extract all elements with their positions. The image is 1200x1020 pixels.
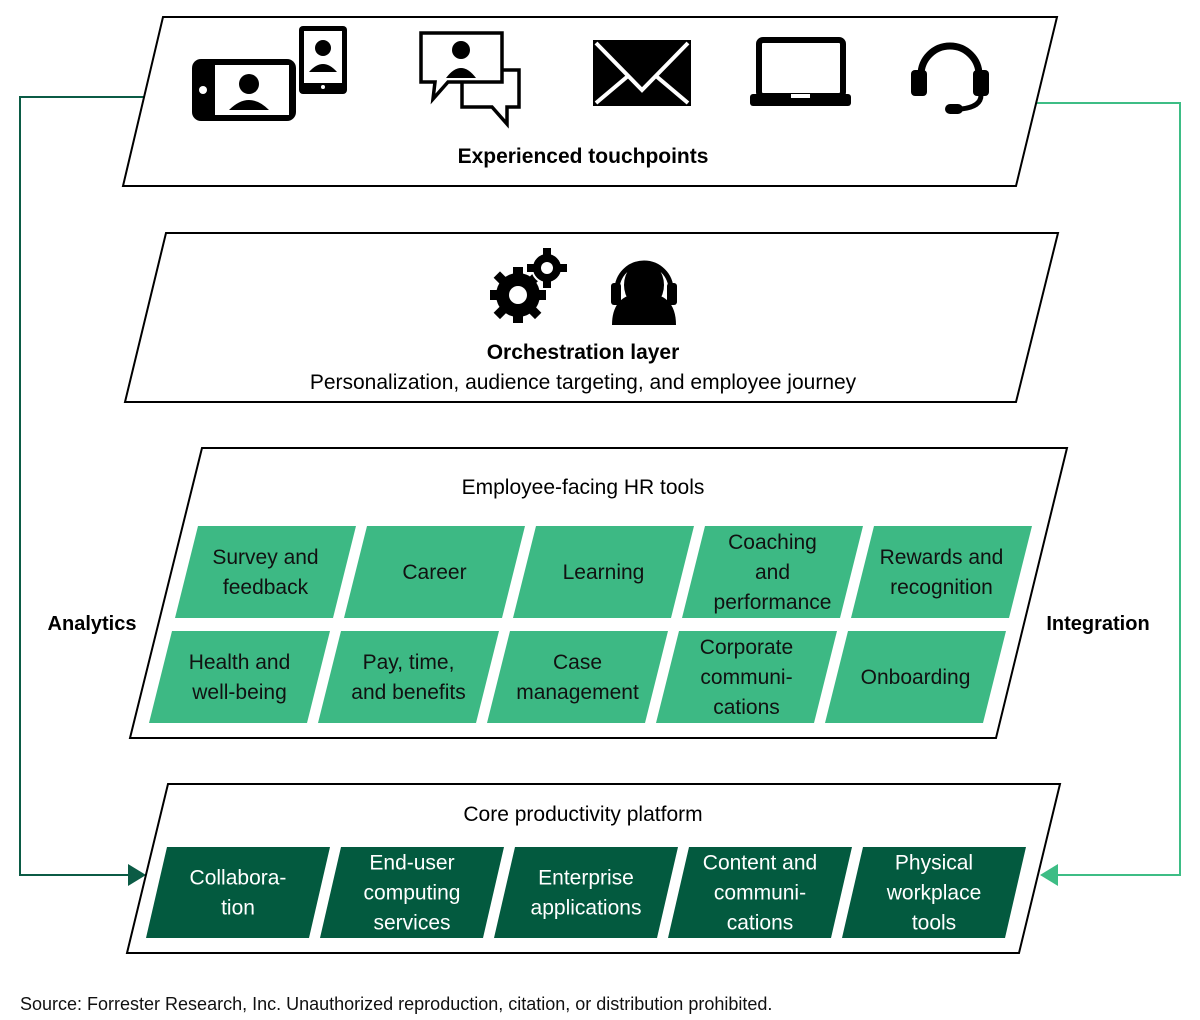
core-platform-tile: Physical workplace tools bbox=[842, 847, 1026, 938]
core-platform-tile-label: Enterprise bbox=[538, 867, 634, 890]
hr-tool-tile-label: and benefits bbox=[351, 681, 465, 704]
core-platform-tile-label: Content and bbox=[703, 852, 817, 875]
core-platform-tile-label: cations bbox=[727, 912, 794, 935]
core-platform-tile-label: services bbox=[373, 912, 450, 935]
hr-tool-tile-label: communi- bbox=[700, 666, 792, 689]
touchpoints-title: Experienced touchpoints bbox=[458, 145, 709, 168]
core-platform-tile-shape bbox=[494, 847, 678, 938]
architecture-diagram: Experienced touchpoints Orchestration la… bbox=[19, 16, 1181, 954]
source-note: Source: Forrester Research, Inc. Unautho… bbox=[20, 994, 773, 1014]
hr-tool-tile: Case management bbox=[487, 631, 668, 723]
core-platform-tile-label: communi- bbox=[714, 882, 806, 905]
hr-tool-tile-label: management bbox=[516, 681, 639, 704]
hr-tool-tile-shape bbox=[318, 631, 499, 723]
core-platform-tile-label: tools bbox=[912, 912, 956, 935]
hr-tool-tile-label: cations bbox=[713, 696, 780, 719]
core-platform-tile-shape bbox=[146, 847, 330, 938]
hr-tools-row-2: Health and well-being Pay, time, and benefi… bbox=[149, 631, 1006, 723]
analytics-label: Analytics bbox=[48, 613, 137, 635]
core-platform-tile: Content and communi-cations bbox=[668, 847, 852, 938]
analytics-connector-line bbox=[19, 96, 144, 876]
hr-tool-tile-label: Career bbox=[402, 561, 466, 584]
core-platform-layer: Core productivity platform Collabora-tio… bbox=[125, 783, 1062, 954]
core-platform-tile-label: End-user bbox=[369, 852, 454, 875]
core-platform-tile-label: workplace bbox=[886, 882, 982, 905]
core-platform-tile-label: tion bbox=[221, 897, 255, 920]
hr-tool-tile-label: well-being bbox=[191, 681, 287, 704]
orchestration-title: Orchestration layer bbox=[487, 341, 680, 364]
hr-tool-tile-label: Survey and bbox=[212, 546, 318, 569]
orchestration-layer: Orchestration layer Personalization, aud… bbox=[123, 232, 1060, 403]
hr-tools-layer: Employee-facing HR tools Survey and feedb… bbox=[128, 447, 1069, 739]
hr-tool-tile-shape bbox=[175, 526, 356, 618]
core-platform-row: Collabora-tionEnd-usercomputingservicesE… bbox=[146, 847, 1026, 938]
hr-tool-tile-label: and bbox=[755, 561, 790, 584]
hr-tool-tile-label: performance bbox=[714, 591, 832, 614]
hr-tool-tile-label: Onboarding bbox=[861, 666, 971, 689]
hr-tool-tile-shape bbox=[149, 631, 330, 723]
core-platform-tile-label: computing bbox=[364, 882, 461, 905]
touchpoints-layer: Experienced touchpoints bbox=[121, 16, 1059, 187]
hr-tool-tile-label: Health and bbox=[189, 651, 291, 674]
hr-tool-tile: Rewards and recognition bbox=[851, 526, 1032, 618]
core-platform-tile-label: Physical bbox=[895, 852, 973, 875]
hr-tool-tile-label: Case bbox=[553, 651, 602, 674]
email-envelope-icon bbox=[593, 40, 691, 106]
hr-tool-tile-label: recognition bbox=[890, 576, 993, 599]
hr-tool-tile: Survey and feedback bbox=[175, 526, 356, 618]
hr-tools-heading: Employee-facing HR tools bbox=[462, 476, 705, 499]
hr-tool-tile-label: Pay, time, bbox=[363, 651, 455, 674]
hr-tool-tile-shape bbox=[487, 631, 668, 723]
core-platform-tile: Enterprise applications bbox=[494, 847, 678, 938]
hr-tool-tile: Health and well-being bbox=[149, 631, 330, 723]
integration-label: Integration bbox=[1046, 613, 1149, 635]
integration-arrowhead bbox=[1040, 864, 1058, 886]
core-platform-tile-label: Collabora- bbox=[190, 867, 287, 890]
hr-tool-tile-label: Rewards and bbox=[880, 546, 1004, 569]
core-platform-tile: Collabora-tion bbox=[146, 847, 330, 938]
hr-tool-tile: Career bbox=[344, 526, 525, 618]
hr-tool-tile: Learning bbox=[513, 526, 694, 618]
core-platform-tile: End-user computing services bbox=[320, 847, 504, 938]
hr-tool-tile-label: Coaching bbox=[728, 531, 817, 554]
hr-tool-tile: Pay, time, and benefits bbox=[318, 631, 499, 723]
core-platform-tile-label: applications bbox=[531, 897, 642, 920]
hr-tools-row-1: Survey and feedback Career Learning Coaching… bbox=[175, 526, 1032, 618]
hr-tool-tile-label: Corporate bbox=[700, 636, 793, 659]
hr-tool-tile-shape bbox=[851, 526, 1032, 618]
hr-tool-tile-label: Learning bbox=[563, 561, 645, 584]
hr-tool-tile: Corporate communi-cations bbox=[656, 631, 837, 723]
hr-tool-tile: Onboarding bbox=[825, 631, 1006, 723]
orchestration-subtitle: Personalization, audience targeting, and… bbox=[310, 371, 857, 394]
hr-tool-tile: Coaching and performance bbox=[682, 526, 863, 618]
hr-tool-tile-label: feedback bbox=[223, 576, 309, 599]
core-platform-heading: Core productivity platform bbox=[463, 803, 702, 826]
